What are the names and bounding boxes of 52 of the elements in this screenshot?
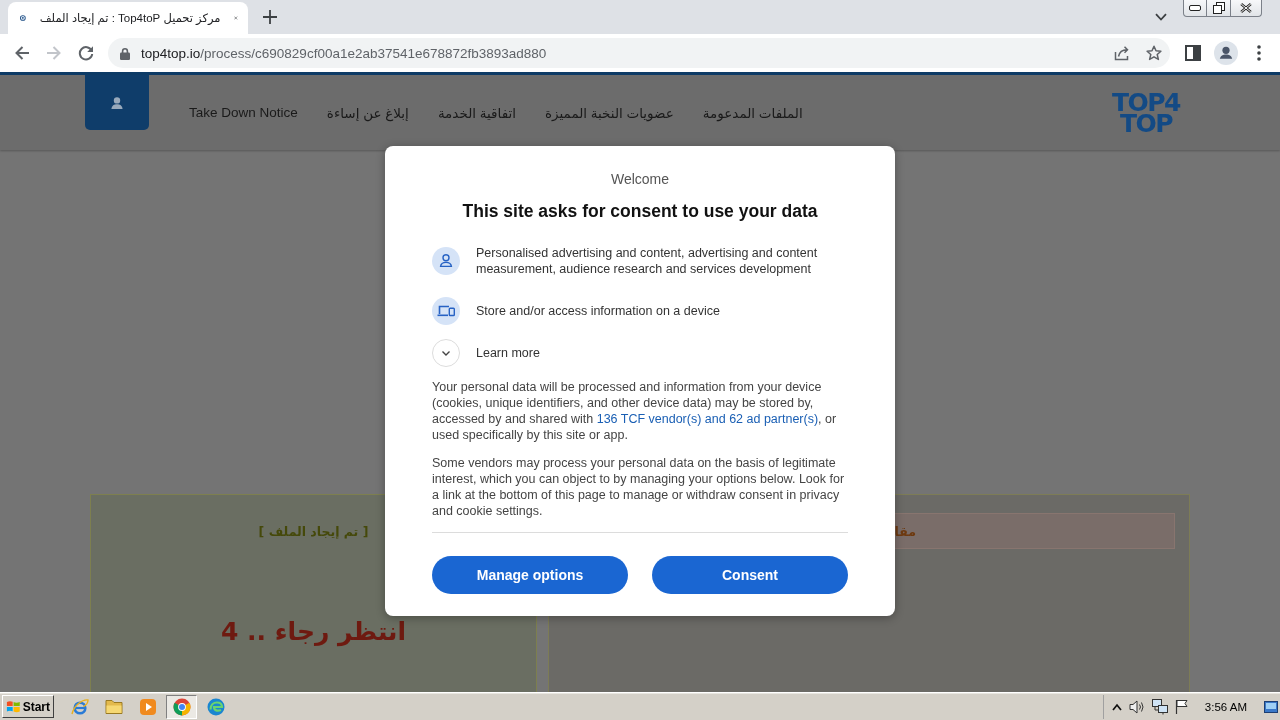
profile-icon[interactable] (1214, 41, 1238, 65)
back-icon[interactable] (14, 45, 30, 61)
nav-link[interactable]: الملفات المدعومة (702, 104, 803, 121)
swirl-logo-icon (206, 697, 225, 716)
person-icon (432, 247, 460, 275)
browser-tab[interactable]: مركز تحميل Top4toP : تم إيجاد الملف (8, 2, 248, 34)
share-icon[interactable] (1114, 45, 1130, 61)
chevron-down-icon[interactable] (1155, 13, 1167, 21)
nav-link[interactable]: اتفاقية الخدمة (437, 104, 516, 121)
flag-logo-icon (6, 699, 21, 714)
close-icon (1240, 3, 1252, 13)
notice-paragraph: Your personal data will be processed and information from your device (cookies, unique identifiers, and other device data) may be stored by, accessed by and shared with 136 TCF vendor(s) and 62 ad partner(s), or used specifically by this site or app. (432, 379, 838, 443)
countdown-text: انتظر رجاء .. 4 (220, 616, 407, 648)
menu-icon[interactable] (1257, 45, 1261, 61)
reload-icon[interactable] (78, 45, 94, 61)
close-button[interactable] (1231, 0, 1262, 17)
folder-icon (104, 697, 123, 716)
speaker-icon[interactable] (1128, 699, 1145, 714)
user-icon (111, 96, 123, 109)
learn-more-button[interactable]: Learn more (432, 339, 540, 367)
purpose-text: Store and/or access information on a device (476, 303, 720, 319)
close-icon[interactable] (234, 13, 238, 23)
start-button[interactable]: Start (2, 695, 54, 718)
screen-icon[interactable] (1264, 700, 1278, 713)
restore-button[interactable] (1207, 0, 1231, 17)
dialog-title: This site asks for consent to use your data (461, 200, 819, 222)
flag-icon[interactable] (1174, 699, 1188, 714)
site-logo: TOP4 TOP (1111, 91, 1180, 134)
play-icon (138, 697, 157, 716)
manage-options-button[interactable]: Manage options (432, 556, 628, 594)
account-button[interactable] (85, 75, 149, 130)
restore-icon (1212, 2, 1225, 14)
letter-e-icon (70, 697, 89, 716)
notice-paragraph: Some vendors may process your personal data on the basis of legitimate interest, which you can object to by managing your options below. Look for a link at the bottom of this page to manage or withdraw consent in privacy and cookie settings. (432, 455, 846, 519)
plus-icon[interactable] (263, 10, 277, 24)
nav-link[interactable]: عضويات النخبة المميزة (545, 104, 674, 121)
consent-button[interactable]: Consent (652, 556, 848, 594)
minimize-button[interactable] (1183, 0, 1207, 17)
clock[interactable]: 3:56 AM (1204, 700, 1247, 713)
purpose-text: Personalised advertising and content, advertising and content measurement, audience research and services development (476, 245, 819, 277)
star-icon[interactable] (1146, 45, 1162, 61)
round-logo-icon (172, 697, 191, 716)
side-panel-icon[interactable] (1185, 45, 1201, 61)
address-bar[interactable]: top4top.io/process/c690829cf00a1e2ab37541e678872fb3893ad880 (108, 38, 1170, 68)
taskbar-app[interactable] (166, 694, 197, 719)
network-icon[interactable] (1151, 698, 1168, 715)
file-status: [ تم إيجاد الملف ] (258, 523, 369, 541)
devices-icon (432, 297, 460, 325)
notice-heading: مقا (894, 523, 916, 539)
lock-icon (120, 46, 130, 60)
minimize-icon (1189, 5, 1201, 11)
dialog-welcome: Welcome (609, 170, 671, 188)
